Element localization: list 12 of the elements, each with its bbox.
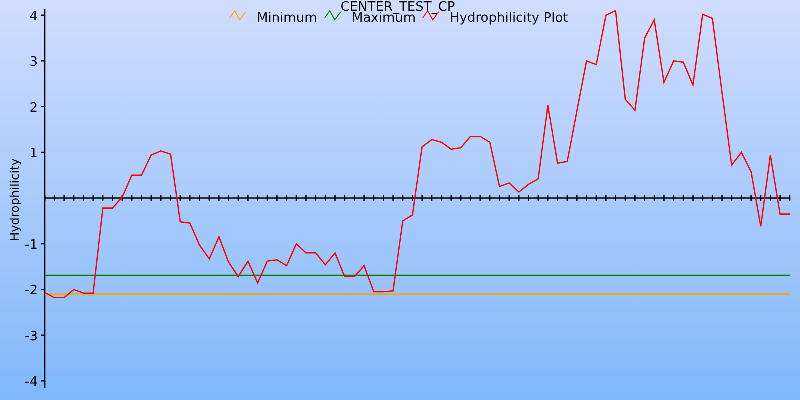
y-axis-title: Hydrophilicity (8, 158, 22, 242)
legend-line-icon (324, 10, 342, 21)
y-tick-label: 1 (30, 146, 38, 162)
y-tick-label: 2 (30, 100, 38, 116)
y-tick-label: 3 (30, 55, 38, 70)
y-tick-label: -4 (25, 375, 38, 390)
y-tick-label: -2 (25, 284, 38, 299)
y-tick-label: 4 (30, 9, 38, 24)
legend-line-icon (230, 10, 246, 21)
y-tick-label: -3 (25, 329, 38, 344)
legend-label: Minimum (257, 11, 318, 26)
y-tick-label: -1 (25, 238, 38, 253)
